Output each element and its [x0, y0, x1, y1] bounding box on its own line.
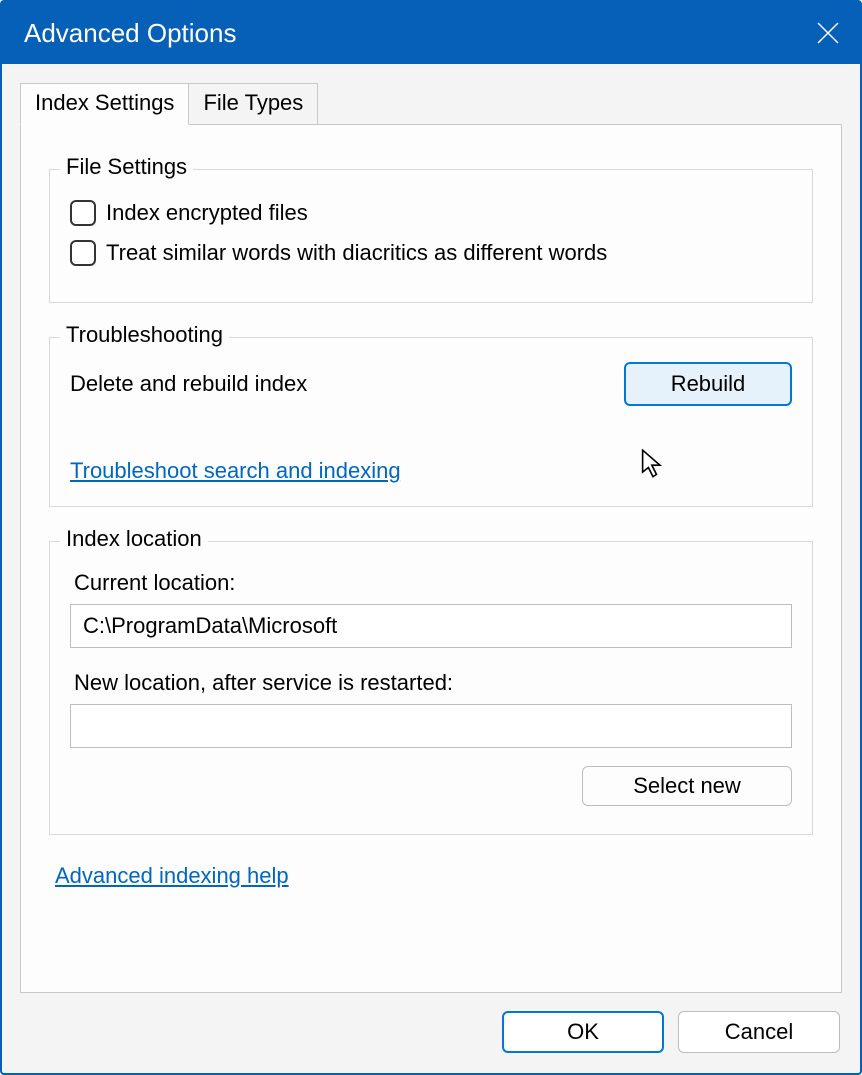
tab-panel-index-settings: File Settings Index encrypted files Trea… [20, 124, 842, 993]
group-file-settings: File Settings Index encrypted files Trea… [49, 169, 813, 303]
tab-index-settings[interactable]: Index Settings [20, 83, 189, 125]
tab-file-types[interactable]: File Types [188, 83, 318, 125]
cancel-button[interactable]: Cancel [678, 1011, 840, 1053]
tab-strip: Index Settings File Types [2, 64, 860, 124]
rebuild-button[interactable]: Rebuild [624, 362, 792, 406]
select-new-button[interactable]: Select new [582, 766, 792, 806]
checkbox-label-diacritics: Treat similar words with diacritics as d… [106, 240, 607, 266]
checkbox-icon[interactable] [70, 200, 96, 226]
delete-rebuild-label: Delete and rebuild index [70, 371, 307, 397]
current-location-label: Current location: [74, 570, 792, 596]
close-icon[interactable] [816, 21, 840, 45]
group-legend-index-location: Index location [60, 526, 208, 552]
advanced-options-window: Advanced Options Index Settings File Typ… [0, 0, 862, 1075]
titlebar: Advanced Options [2, 2, 860, 64]
group-legend-file-settings: File Settings [60, 154, 193, 180]
checkbox-icon[interactable] [70, 240, 96, 266]
current-location-value: C:\ProgramData\Microsoft [70, 604, 792, 648]
new-location-label: New location, after service is restarted… [74, 670, 792, 696]
cursor-icon [640, 449, 666, 484]
ok-button[interactable]: OK [502, 1011, 664, 1053]
dialog-button-row: OK Cancel [2, 993, 860, 1073]
group-legend-troubleshooting: Troubleshooting [60, 322, 229, 348]
checkbox-row-diacritics[interactable]: Treat similar words with diacritics as d… [70, 240, 792, 266]
troubleshoot-link[interactable]: Troubleshoot search and indexing [70, 458, 401, 483]
checkbox-label-encrypted: Index encrypted files [106, 200, 308, 226]
new-location-value [70, 704, 792, 748]
window-title: Advanced Options [24, 18, 236, 49]
group-troubleshooting: Troubleshooting Delete and rebuild index… [49, 337, 813, 507]
checkbox-row-encrypted[interactable]: Index encrypted files [70, 200, 792, 226]
advanced-help-link[interactable]: Advanced indexing help [55, 863, 289, 888]
group-index-location: Index location Current location: C:\Prog… [49, 541, 813, 835]
